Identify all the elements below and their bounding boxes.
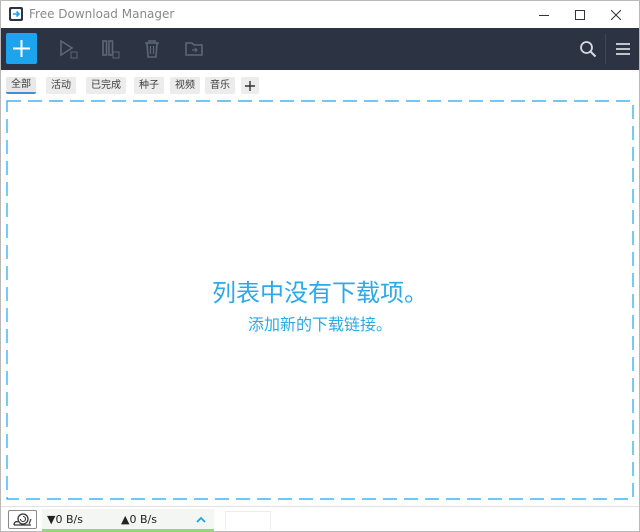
- upload-speed: ▲0 B/s: [121, 513, 157, 526]
- move-to-folder-button[interactable]: [181, 28, 207, 70]
- status-bar: ▼0 B/s ▲0 B/s: [1, 506, 639, 532]
- maximize-icon: [575, 9, 585, 20]
- start-button[interactable]: [55, 28, 81, 70]
- plus-icon: [245, 80, 255, 91]
- toolbar-divider: [605, 34, 606, 64]
- tab-active[interactable]: 活动: [46, 77, 76, 94]
- trash-icon: [145, 40, 159, 58]
- search-button[interactable]: [575, 28, 601, 70]
- search-icon: [580, 41, 597, 58]
- add-tab-button[interactable]: [241, 77, 259, 94]
- chevron-up-icon: [196, 516, 206, 523]
- main-toolbar: [1, 28, 639, 70]
- speed-mode-button[interactable]: [8, 510, 37, 529]
- minimize-icon: [539, 14, 549, 16]
- window-title: Free Download Manager: [29, 7, 175, 21]
- add-download-button[interactable]: [6, 33, 37, 64]
- tab-torrents[interactable]: 种子: [134, 77, 164, 94]
- delete-button[interactable]: [139, 28, 165, 70]
- hamburger-menu-icon: [616, 43, 630, 55]
- expand-speed-button[interactable]: [194, 512, 208, 526]
- snail-icon: [12, 513, 32, 526]
- pause-icon: [102, 40, 120, 59]
- main-menu-button[interactable]: [610, 28, 636, 70]
- close-button[interactable]: [593, 1, 639, 28]
- play-icon: [60, 39, 78, 59]
- status-placeholder: [225, 511, 271, 530]
- download-speed: ▼0 B/s: [47, 513, 83, 526]
- app-window: Free Download Manager 全部 活动 已完成 种子 视频 音乐…: [0, 0, 640, 532]
- speed-panel[interactable]: ▼0 B/s ▲0 B/s: [42, 509, 214, 532]
- title-bar[interactable]: Free Download Manager: [1, 1, 639, 28]
- plus-icon: [13, 40, 30, 57]
- tab-all[interactable]: 全部: [6, 77, 36, 94]
- folder-icon: [185, 42, 203, 56]
- tab-music[interactable]: 音乐: [205, 77, 235, 94]
- close-icon: [611, 9, 621, 20]
- add-new-link-label[interactable]: 添加新的下载链接。: [1, 311, 639, 335]
- tab-completed[interactable]: 已完成: [86, 77, 126, 94]
- tab-video[interactable]: 视频: [170, 77, 200, 94]
- empty-state-title: 列表中没有下载项。: [212, 279, 428, 307]
- app-logo-icon: [9, 7, 23, 21]
- filter-tabs: 全部 活动 已完成 种子 视频 音乐: [1, 70, 639, 97]
- pause-button[interactable]: [97, 28, 123, 70]
